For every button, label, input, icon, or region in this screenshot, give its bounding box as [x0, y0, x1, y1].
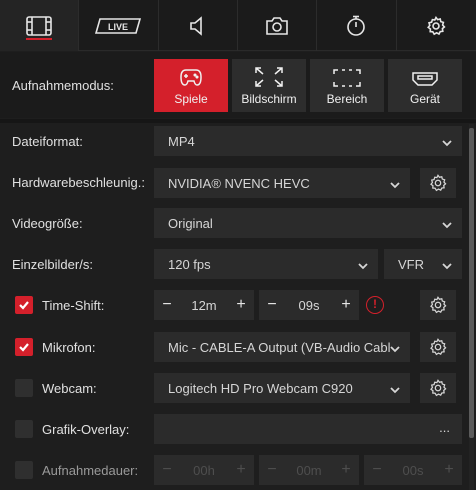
video-size-select[interactable]: Original: [154, 208, 462, 238]
fps-mode-select[interactable]: VFR: [384, 249, 462, 279]
microphone-select[interactable]: Mic - CABLE-A Output (VB-Audio Cabl…: [154, 332, 410, 362]
tab-timer[interactable]: [317, 0, 397, 51]
chevron-down-icon: [390, 383, 400, 394]
timer-icon: [347, 15, 366, 36]
gear-icon: [430, 174, 447, 192]
gear-icon: [430, 296, 447, 314]
duration-label: Aufnahmedauer:: [42, 463, 139, 478]
film-icon: [26, 15, 52, 36]
capture-mode-label: Aufnahmemodus:: [12, 78, 114, 93]
minus-button[interactable]: −: [259, 461, 285, 479]
duration-seconds-stepper[interactable]: − 00s +: [364, 455, 462, 485]
live-icon: LIVE: [95, 17, 142, 34]
main-tab-bar: LIVE: [0, 0, 476, 51]
fps-mode-value: VFR: [398, 256, 424, 272]
duration-minutes-stepper[interactable]: − 00m +: [259, 455, 359, 485]
hw-accel-label: Hardwarebeschleunig.:: [12, 175, 145, 190]
timeshift-settings-button[interactable]: [420, 290, 456, 320]
chevron-down-icon: [442, 136, 452, 147]
chevron-down-icon: [442, 218, 452, 229]
file-format-select[interactable]: MP4: [154, 126, 462, 156]
section-divider: [0, 119, 476, 123]
plus-button[interactable]: +: [333, 296, 359, 314]
overlay-field[interactable]: ...: [154, 414, 462, 444]
chevron-down-icon: [390, 342, 400, 353]
timeshift-seconds-stepper[interactable]: − 09s +: [259, 290, 359, 320]
region-icon: [333, 69, 361, 87]
webcam-checkbox[interactable]: [15, 379, 33, 397]
mode-screen-button[interactable]: Bildschirm: [232, 59, 306, 112]
minus-button[interactable]: −: [154, 296, 180, 314]
timeshift-checkbox[interactable]: [15, 296, 33, 314]
fps-select[interactable]: 120 fps: [154, 249, 378, 279]
duration-seconds-value: 00s: [402, 462, 424, 478]
chevron-down-icon: [442, 259, 452, 270]
capture-mode-panel: Aufnahmemodus: Spiele Bildschirm Bereich…: [0, 52, 476, 118]
duration-hours-stepper[interactable]: − 00h +: [154, 455, 254, 485]
scrollbar-thumb[interactable]: [469, 128, 474, 438]
timeshift-minutes-stepper[interactable]: − 12m +: [154, 290, 254, 320]
file-format-label: Dateiformat:: [12, 134, 83, 149]
hdmi-icon: [412, 72, 438, 86]
chevron-down-icon: [358, 259, 368, 270]
hw-accel-select[interactable]: NVIDIA® NVENC HEVC: [154, 168, 410, 198]
duration-checkbox[interactable]: [15, 461, 33, 479]
gear-icon: [430, 338, 447, 356]
plus-button[interactable]: +: [436, 461, 462, 479]
mode-device-label: Gerät: [409, 92, 440, 106]
tab-settings[interactable]: [397, 0, 476, 51]
mode-games-button[interactable]: Spiele: [154, 59, 228, 112]
webcam-select[interactable]: Logitech HD Pro Webcam C920: [154, 373, 410, 403]
microphone-checkbox[interactable]: [15, 338, 33, 356]
timeshift-minutes-value: 12m: [191, 297, 217, 313]
file-format-value: MP4: [168, 133, 195, 149]
microphone-label: Mikrofon:: [42, 340, 96, 355]
overlay-browse-button[interactable]: ...: [439, 420, 450, 435]
microphone-settings-button[interactable]: [420, 332, 456, 362]
mode-region-label: Bereich: [326, 92, 368, 106]
fps-value: 120 fps: [168, 256, 211, 272]
speaker-icon: [190, 15, 202, 36]
tab-live[interactable]: LIVE: [79, 0, 159, 51]
webcam-label: Webcam:: [42, 381, 97, 396]
webcam-settings-button[interactable]: [420, 373, 456, 403]
overlay-label: Grafik-Overlay:: [42, 422, 130, 437]
live-label: LIVE: [108, 22, 128, 32]
mode-screen-label: Bildschirm: [241, 92, 297, 106]
mode-device-button[interactable]: Gerät: [388, 59, 462, 112]
duration-hours-value: 00h: [193, 462, 215, 478]
hw-accel-settings-button[interactable]: [420, 168, 456, 198]
duration-minutes-value: 00m: [296, 462, 322, 478]
minus-button[interactable]: −: [364, 461, 390, 479]
minus-button[interactable]: −: [259, 296, 285, 314]
video-size-label: Videogröße:: [12, 216, 83, 231]
tab-record[interactable]: [0, 0, 80, 51]
minus-button[interactable]: −: [154, 461, 180, 479]
plus-button[interactable]: +: [228, 461, 254, 479]
timeshift-seconds-value: 09s: [298, 297, 320, 313]
checkmark-icon: [19, 301, 29, 310]
overlay-checkbox[interactable]: [15, 420, 33, 438]
plus-button[interactable]: +: [333, 461, 359, 479]
mode-region-button[interactable]: Bereich: [310, 59, 384, 112]
gamepad-icon: [180, 69, 202, 86]
gear-icon: [427, 15, 446, 35]
fps-label: Einzelbilder/s:: [12, 257, 93, 272]
microphone-value: Mic - CABLE-A Output (VB-Audio Cabl…: [168, 339, 390, 355]
fullscreen-icon: [255, 67, 283, 87]
timeshift-label: Time-Shift:: [42, 298, 105, 313]
camera-icon: [266, 16, 288, 35]
warning-icon[interactable]: !: [366, 296, 384, 314]
video-size-value: Original: [168, 215, 213, 231]
checkmark-icon: [19, 343, 29, 352]
mode-games-label: Spiele: [174, 92, 208, 106]
tab-screenshot[interactable]: [238, 0, 318, 51]
tab-audio[interactable]: [159, 0, 238, 51]
hw-accel-value: NVIDIA® NVENC HEVC: [168, 175, 310, 191]
webcam-value: Logitech HD Pro Webcam C920: [168, 380, 353, 396]
gear-icon: [430, 379, 447, 397]
chevron-down-icon: [390, 178, 400, 189]
plus-button[interactable]: +: [228, 296, 254, 314]
